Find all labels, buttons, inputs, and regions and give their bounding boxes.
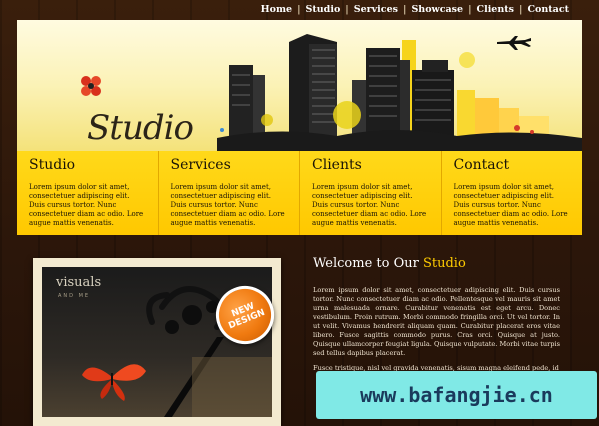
visuals-logo: visuals bbox=[56, 275, 102, 290]
nav-studio[interactable]: Studio bbox=[306, 4, 341, 15]
logo-text[interactable]: Studio bbox=[87, 108, 194, 148]
nav-showcase[interactable]: Showcase bbox=[411, 4, 463, 15]
airplane-icon bbox=[497, 36, 531, 50]
site-watermark: www.bafangjie.cn bbox=[316, 371, 597, 419]
top-nav: Home | Studio | Services | Showcase | Cl… bbox=[261, 4, 569, 15]
panel-clients: Clients Lorem ipsum dolor sit amet, cons… bbox=[300, 151, 442, 235]
nav-services[interactable]: Services bbox=[354, 4, 398, 15]
butterfly-icon bbox=[82, 364, 146, 401]
nav-home[interactable]: Home bbox=[261, 4, 292, 15]
nav-separator: | bbox=[297, 4, 301, 15]
panel-text: Lorem ipsum dolor sit amet, consectetuer… bbox=[170, 183, 285, 227]
panel-services: Services Lorem ipsum dolor sit amet, con… bbox=[158, 151, 300, 235]
feature-panels: Studio Lorem ipsum dolor sit amet, conse… bbox=[17, 151, 582, 235]
visuals-subtitle: AND ME bbox=[58, 293, 91, 299]
nav-separator: | bbox=[345, 4, 349, 15]
nav-clients[interactable]: Clients bbox=[477, 4, 514, 15]
nav-contact[interactable]: Contact bbox=[527, 4, 569, 15]
welcome-paragraph: Lorem ipsum dolor sit amet, consectetuer… bbox=[313, 286, 560, 357]
panel-contact: Contact Lorem ipsum dolor sit amet, cons… bbox=[441, 151, 582, 235]
panel-title[interactable]: Services bbox=[171, 157, 288, 173]
nav-separator: | bbox=[519, 4, 523, 15]
welcome-title-accent: Studio bbox=[422, 256, 466, 271]
welcome-heading: Welcome to Our Studio bbox=[313, 256, 466, 271]
panel-title[interactable]: Clients bbox=[312, 157, 429, 173]
logo-flower-icon bbox=[81, 76, 101, 96]
panel-studio: Studio Lorem ipsum dolor sit amet, conse… bbox=[17, 151, 159, 235]
nav-separator: | bbox=[468, 4, 472, 15]
panel-text: Lorem ipsum dolor sit amet, consectetuer… bbox=[29, 183, 144, 227]
panel-text: Lorem ipsum dolor sit amet, consectetuer… bbox=[312, 183, 427, 227]
panel-text: Lorem ipsum dolor sit amet, consectetuer… bbox=[453, 183, 568, 227]
feature-image-frame: visuals AND ME NEW DESIGN bbox=[33, 258, 283, 426]
welcome-title-prefix: Welcome to Our bbox=[313, 256, 423, 271]
header-banner: Studio bbox=[17, 20, 582, 151]
panel-title[interactable]: Studio bbox=[29, 157, 146, 173]
panel-title[interactable]: Contact bbox=[454, 157, 571, 173]
nav-separator: | bbox=[402, 4, 407, 15]
